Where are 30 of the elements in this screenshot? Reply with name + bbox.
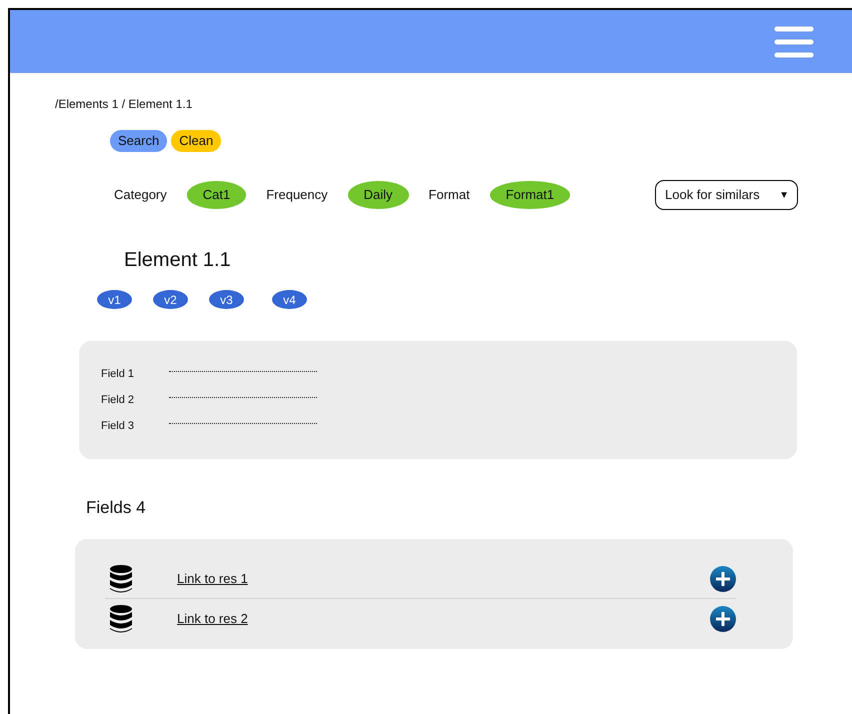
add-icon[interactable] [710, 606, 736, 632]
field-label: Field 3 [101, 418, 136, 434]
filter-label: Frequency [266, 186, 328, 204]
similar-select[interactable]: Look for similars ▼ [655, 180, 798, 210]
search-button[interactable]: Search [110, 130, 168, 152]
database-icon [109, 605, 133, 633]
clean-button[interactable]: Clean [171, 130, 222, 152]
menu-icon[interactable] [774, 26, 814, 58]
version-tag[interactable]: v3 [209, 290, 244, 309]
fill-in-line[interactable] [169, 422, 317, 424]
element-title: Element 1.1 [124, 248, 232, 272]
filter-label: Category [114, 186, 167, 204]
filter-tag[interactable]: Cat1 [186, 181, 246, 209]
fill-in-line[interactable] [169, 370, 317, 372]
field-label: Field 2 [101, 392, 136, 408]
filter-label: Format [428, 186, 470, 204]
caret-icon: ▼ [779, 188, 789, 202]
filter-tag[interactable]: Daily [348, 181, 409, 209]
filter-tag[interactable]: Format1 [490, 181, 570, 209]
version-tag[interactable]: v4 [272, 290, 307, 309]
add-icon[interactable] [710, 566, 736, 592]
fill-in-line[interactable] [169, 396, 317, 398]
resource-link[interactable]: Link to res 1 [177, 568, 248, 588]
database-icon [109, 564, 133, 592]
section-title: Fields 4 [86, 498, 146, 517]
version-tag[interactable]: v2 [153, 290, 188, 309]
resource-link[interactable]: Link to res 2 [177, 609, 248, 629]
breadcrumb: /Elements 1 / Element 1.1 [55, 96, 192, 113]
version-tag[interactable]: v1 [97, 290, 132, 309]
field-label: Field 1 [101, 366, 136, 382]
